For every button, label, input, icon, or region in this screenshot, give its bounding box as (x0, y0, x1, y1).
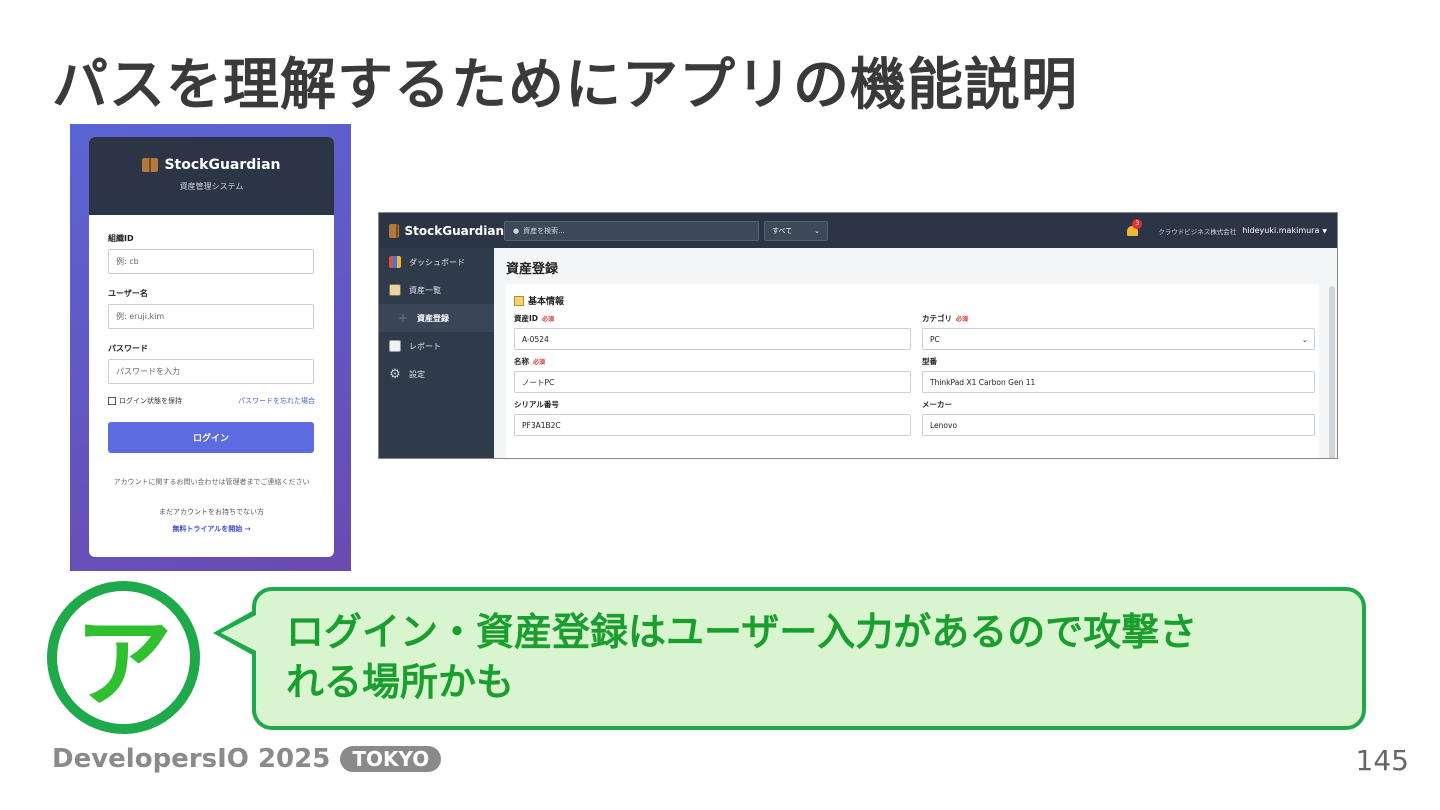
asset-id-input[interactable]: A-0524 (514, 328, 911, 350)
sidebar-item-asset-register[interactable]: + 資産登録 (379, 304, 494, 332)
memo-icon (514, 295, 524, 306)
search-input[interactable]: ● 資産を検索... (504, 220, 759, 241)
free-trial-link[interactable]: 無料トライアルを開始 → (108, 524, 315, 534)
login-brand-name: StockGuardian (164, 157, 281, 173)
username-label: ユーザー名 (108, 289, 148, 298)
footer: DevelopersIO 2025 TOKYO (52, 744, 442, 774)
caret-down-icon: ▼ (1322, 228, 1327, 235)
asset-id-label: 資産ID 必須 (514, 314, 555, 323)
chevron-down-icon: ⌄ (1301, 334, 1308, 344)
slide-title: パスを理解するためにアプリの機能説明 (52, 53, 1078, 118)
search-placeholder: 資産を検索... (523, 226, 565, 235)
contact-note: アカウントに関するお問い合わせは管理者までご連絡ください (113, 478, 310, 486)
basic-info-card: 基本情報 資産ID 必須 A-0524 カテゴリ 必須 PC ⌄ 名称 必須 ノートP… (506, 284, 1319, 458)
avatar-letter: ア (74, 606, 173, 721)
sidebar-item-label: ダッシュボード (409, 257, 465, 267)
scope-select[interactable]: すべて ⌄ (764, 220, 828, 241)
company-name: クラウドビジネス株式会社 (1158, 227, 1237, 236)
footer-brand: DevelopersIO 2025 (52, 744, 331, 774)
required-tag: 必須 (533, 359, 546, 366)
sidebar-item-asset-list[interactable]: 資産一覧 (379, 276, 494, 304)
avatar: ア (47, 581, 200, 734)
org-id-input[interactable]: 例: cb (108, 249, 314, 274)
form-grid: 資産ID 必須 A-0524 カテゴリ 必須 PC ⌄ 名称 必須 ノートPC 型番 (514, 313, 1315, 442)
org-id-label: 組織ID (108, 234, 134, 243)
required-tag: 必須 (542, 316, 555, 323)
serial-input[interactable]: PF3A1B2C (514, 414, 911, 436)
report-icon (389, 340, 401, 352)
speech-bubble: ログイン・資産登録はユーザー入力があるので攻撃さ れる場所かも (252, 587, 1366, 730)
sidebar-item-settings[interactable]: ⚙ 設定 (379, 360, 494, 388)
name-input[interactable]: ノートPC (514, 371, 911, 393)
name-label: 名称 必須 (514, 357, 546, 366)
asset-registration-screenshot: StockGuardian ● 資産を検索... すべて ⌄ 3 クラウドビジネ… (378, 212, 1338, 459)
scope-value: すべて (772, 226, 793, 235)
chart-icon (389, 256, 401, 268)
sidebar-item-label: レポート (409, 341, 441, 351)
search-icon: ● (513, 226, 520, 235)
plus-icon: + (397, 311, 409, 325)
name-field: 名称 必須 ノートPC (514, 356, 911, 399)
sidebar-item-report[interactable]: レポート (379, 332, 494, 360)
page-number: 145 (1355, 744, 1409, 777)
login-subtitle: 資産管理システム (179, 182, 244, 191)
main-content: 資産登録 基本情報 資産ID 必須 A-0524 カテゴリ 必須 PC ⌄ 名称… (494, 248, 1337, 458)
bubble-line-1: ログイン・資産登録はユーザー入力があるので攻撃さ (286, 610, 1198, 654)
package-icon (389, 223, 399, 238)
app-sidebar: ダッシュボード 資産一覧 + 資産登録 レポート ⚙ 設定 (379, 248, 494, 458)
serial-field: シリアル番号 PF3A1B2C (514, 399, 911, 442)
model-label: 型番 (922, 357, 937, 366)
username-input[interactable]: 例: eruji.kim (108, 304, 314, 329)
asset-id-field: 資産ID 必須 A-0524 (514, 313, 911, 356)
required-tag: 必須 (956, 316, 969, 323)
page-title: 資産登録 (506, 262, 559, 277)
scrollbar[interactable] (1329, 286, 1335, 458)
category-select[interactable]: PC ⌄ (922, 328, 1315, 350)
remember-checkbox[interactable]: ログイン状態を保持 (108, 396, 182, 406)
sidebar-item-dashboard[interactable]: ダッシュボード (379, 248, 494, 276)
remember-row: ログイン状態を保持 パスワードを忘れた場合 (108, 396, 315, 406)
checkbox-icon[interactable] (108, 397, 116, 405)
category-field: カテゴリ 必須 PC ⌄ (922, 313, 1315, 356)
category-value: PC (930, 334, 940, 344)
section-title-text: 基本情報 (528, 297, 565, 307)
sidebar-item-label: 資産一覧 (409, 285, 441, 295)
login-form: 組織ID 例: cb ユーザー名 例: eruji.kim パスワード パスワー… (89, 215, 334, 552)
model-input[interactable]: ThinkPad X1 Carbon Gen 11 (922, 371, 1315, 393)
login-brand: StockGuardian (89, 157, 334, 173)
model-field: 型番 ThinkPad X1 Carbon Gen 11 (922, 356, 1315, 399)
remember-label: ログイン状態を保持 (119, 397, 182, 405)
forgot-password-link[interactable]: パスワードを忘れた場合 (238, 396, 315, 406)
password-label: パスワード (108, 344, 148, 353)
sidebar-item-label: 設定 (409, 369, 425, 379)
clipboard-icon (389, 284, 401, 296)
maker-field: メーカー Lenovo (922, 399, 1315, 442)
login-header: StockGuardian 資産管理システム (89, 137, 334, 215)
app-topbar: StockGuardian ● 資産を検索... すべて ⌄ 3 クラウドビジネ… (379, 213, 1337, 248)
notification-badge: 3 (1132, 218, 1143, 229)
login-button[interactable]: ログイン (108, 422, 314, 453)
footer-badge: TOKYO (340, 746, 442, 772)
gear-icon: ⚙ (389, 366, 401, 382)
no-account-text: まだアカウントをお持ちでない方 (159, 508, 264, 516)
user-menu[interactable]: hideyuki.makimura ▼ (1242, 226, 1327, 235)
package-icon (142, 158, 159, 172)
sidebar-item-label: 資産登録 (417, 313, 449, 323)
bubble-line-2: れる場所かも (286, 660, 515, 704)
app-brand[interactable]: StockGuardian (389, 223, 504, 238)
section-title: 基本情報 (514, 294, 1311, 307)
password-input[interactable]: パスワードを入力 (108, 359, 314, 384)
login-card: StockGuardian 資産管理システム 組織ID 例: cb ユーザー名 … (89, 137, 334, 557)
login-screenshot: StockGuardian 資産管理システム 組織ID 例: cb ユーザー名 … (70, 124, 351, 571)
bubble-tail-fill (221, 615, 256, 651)
notification-bell[interactable]: 3 (1126, 218, 1143, 238)
app-brand-name: StockGuardian (404, 223, 504, 238)
maker-label: メーカー (922, 400, 952, 409)
maker-input[interactable]: Lenovo (922, 414, 1315, 436)
serial-label: シリアル番号 (514, 400, 559, 409)
user-name: hideyuki.makimura (1242, 226, 1320, 235)
chevron-down-icon: ⌄ (814, 226, 820, 235)
category-label: カテゴリ 必須 (922, 314, 969, 323)
